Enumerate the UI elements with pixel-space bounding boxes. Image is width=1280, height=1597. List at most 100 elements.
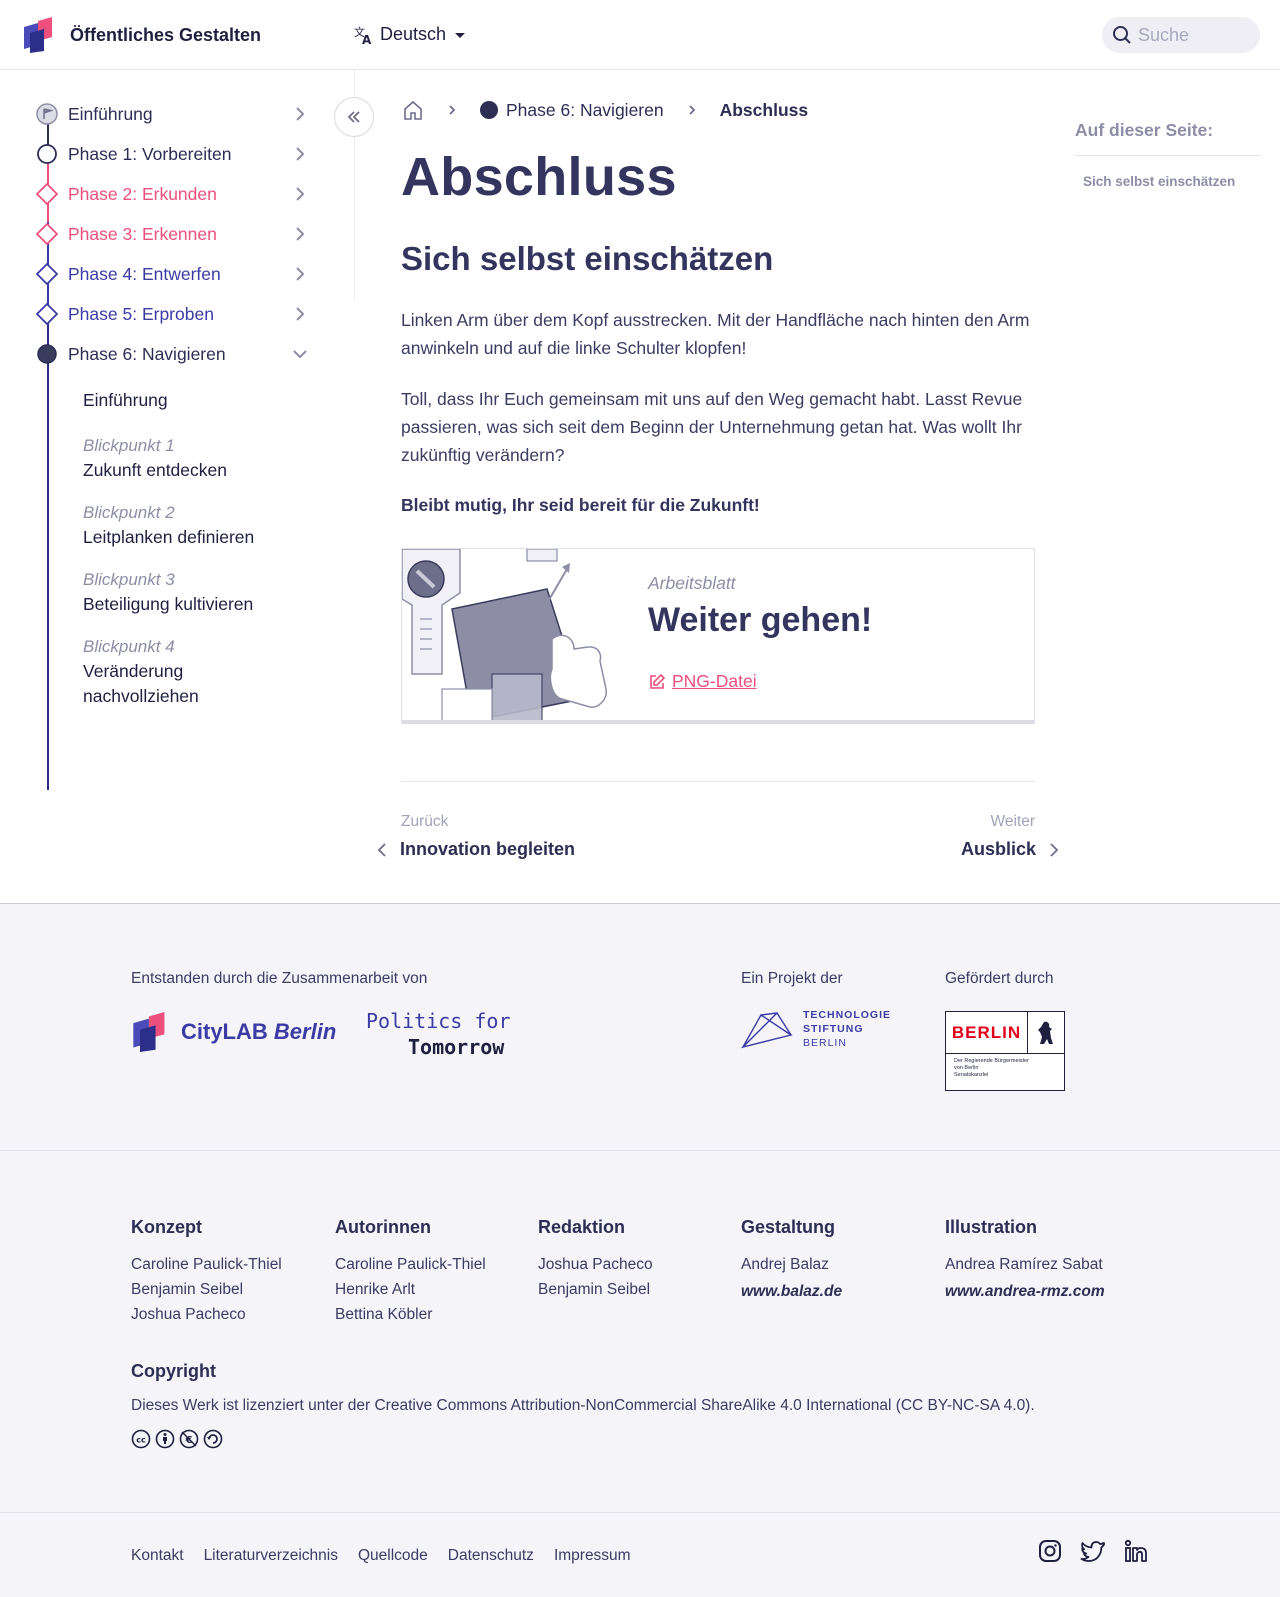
credit-title: Illustration [945, 1217, 1038, 1237]
table-of-contents: Auf dieser Seite: Sich selbst einschätze… [1075, 120, 1260, 189]
credit-website-link[interactable]: www.andrea-rmz.com [945, 1279, 1145, 1304]
subitem-kicker: Blickpunkt 1 [83, 436, 175, 455]
cc-license-icons[interactable]: cc € [131, 1429, 223, 1449]
subitem-name: Leitplanken definieren [83, 527, 255, 547]
translate-icon: 文 A [354, 25, 372, 45]
subitem-name: Einführung [83, 390, 168, 410]
top-header: Öffentliches Gestalten 文 A Deutsch [0, 0, 1280, 70]
citylab-city: Berlin [273, 1019, 337, 1044]
chevron-right-icon [446, 104, 458, 116]
pager-prev-label: Zurück [401, 813, 449, 830]
technologie-stiftung-logo[interactable]: TECHNOLOGIE STIFTUNG BERLIN [741, 1008, 891, 1050]
sidebar-subitem-blickpunkt-3[interactable]: Blickpunkt 3 Beteiligung kultivieren [83, 567, 253, 617]
social-links [1038, 1539, 1148, 1563]
citylab-logo[interactable]: CityLAB Berlin [131, 1012, 336, 1052]
footer-links: Kontakt Literaturverzeichnis Quellcode D… [131, 1547, 631, 1565]
credit-name: Caroline Paulick-Thiel [335, 1256, 486, 1273]
footer-link-quellcode[interactable]: Quellcode [358, 1547, 428, 1565]
twitter-link[interactable] [1080, 1539, 1106, 1563]
sidebar-nav: Einführung Phase 1: Vorbereiten Phase 2:… [0, 70, 374, 790]
credit-title: Autorinnen [335, 1217, 431, 1237]
search-input[interactable] [1138, 24, 1248, 46]
sidebar-item-phase-4[interactable]: Phase 4: Entwerfen [36, 259, 308, 289]
circle-filled-icon [36, 343, 58, 365]
toc-title: Auf dieser Seite: [1075, 120, 1260, 156]
png-download-link[interactable]: PNG-Datei [648, 671, 757, 692]
linkedin-link[interactable] [1124, 1539, 1148, 1563]
sidebar-subitem-introduction[interactable]: Einführung [83, 388, 168, 413]
flag-icon [36, 103, 58, 125]
previous-page-link[interactable]: Zurück Innovation begleiten [374, 813, 634, 860]
language-select[interactable]: 文 A Deutsch [354, 24, 468, 45]
sidebar-item-introduction[interactable]: Einführung [36, 99, 308, 129]
cc-sa-icon [203, 1429, 223, 1449]
credit-name: Caroline Paulick-Thiel [131, 1256, 282, 1273]
credit-name: Benjamin Seibel [131, 1281, 244, 1298]
berlin-sub-3: Senatskanzlei [954, 1072, 989, 1078]
svg-text:A: A [362, 33, 372, 45]
funded-label: Gefördert durch [945, 970, 1054, 987]
credit-website-link[interactable]: www.balaz.de [741, 1279, 941, 1304]
breadcrumb-phase-link[interactable]: Phase 6: Navigieren [480, 100, 664, 121]
politics-for-tomorrow-logo[interactable]: Politics for Tomorrow [366, 1008, 511, 1060]
sidebar-item-label: Phase 6: Navigieren [68, 343, 226, 364]
footer-link-datenschutz[interactable]: Datenschutz [448, 1547, 534, 1565]
subitem-kicker: Blickpunkt 4 [83, 637, 175, 656]
worksheet-illustration [402, 549, 622, 720]
collab-label: Entstanden durch die Zusammenarbeit von [131, 970, 428, 987]
site-logo-link[interactable]: Öffentliches Gestalten [22, 17, 261, 53]
chevron-down-icon [293, 350, 307, 359]
home-link[interactable] [402, 99, 424, 121]
diamond-pink-icon [36, 223, 58, 245]
subitem-kicker: Blickpunkt 3 [83, 570, 175, 589]
language-label: Deutsch [380, 24, 447, 44]
instagram-link[interactable] [1038, 1539, 1062, 1563]
chevron-right-icon [296, 227, 305, 241]
instagram-icon [1039, 1540, 1061, 1562]
sidebar-item-label: Einführung [68, 103, 153, 124]
caret-down-icon [455, 32, 466, 38]
footer-bottom: Kontakt Literaturverzeichnis Quellcode D… [0, 1512, 1280, 1597]
footer-link-literaturverzeichnis[interactable]: Literaturverzeichnis [204, 1547, 338, 1565]
home-icon [404, 100, 422, 120]
sidebar-subitem-blickpunkt-4[interactable]: Blickpunkt 4 Veränderung nachvollziehen [83, 634, 283, 709]
footer-link-impressum[interactable]: Impressum [554, 1547, 631, 1565]
credit-illustration: Illustration Andrea Ramírez Sabat www.an… [945, 1217, 1145, 1304]
breadcrumb-current: Abschluss [719, 99, 809, 120]
sidebar-item-phase-5[interactable]: Phase 5: Erproben [36, 299, 308, 329]
site-title: Öffentliches Gestalten [70, 24, 262, 45]
sidebar-item-phase-1[interactable]: Phase 1: Vorbereiten [36, 139, 308, 169]
sidebar-item-label: Phase 4: Entwerfen [68, 263, 221, 284]
sidebar-subitem-blickpunkt-1[interactable]: Blickpunkt 1 Zukunft entdecken [83, 433, 227, 483]
collapse-sidebar-button[interactable] [334, 97, 374, 137]
credit-name: Andrej Balaz [741, 1256, 829, 1273]
pager-next-label: Weiter [990, 813, 1035, 830]
project-label: Ein Projekt der [741, 970, 843, 987]
sidebar-item-label: Phase 3: Erkennen [68, 223, 217, 244]
berlin-bear-icon [1028, 1012, 1064, 1053]
sidebar-item-phase-3[interactable]: Phase 3: Erkennen [36, 219, 308, 249]
sidebar-item-phase-6[interactable]: Phase 6: Navigieren [36, 339, 308, 369]
footer-link-kontakt[interactable]: Kontakt [131, 1547, 184, 1565]
sidebar-item-label: Phase 2: Erkunden [68, 183, 217, 204]
berlin-logo[interactable]: BERLIN Der Regierende Bürgermeister von … [945, 1011, 1065, 1091]
sidebar-subitem-blickpunkt-2[interactable]: Blickpunkt 2 Leitplanken definieren [83, 500, 254, 550]
section-title: Sich selbst einschätzen [401, 240, 774, 277]
footer-partners: Entstanden durch die Zusammenarbeit von … [0, 903, 1280, 1150]
page-title: Abschluss [401, 147, 677, 207]
next-page-link[interactable]: Weiter Ausblick [900, 813, 1062, 860]
credit-autorinnen: Autorinnen Caroline Paulick-Thiel Henrik… [335, 1217, 535, 1327]
cc-icon: cc [131, 1429, 151, 1449]
site-logo-icon [24, 17, 52, 53]
pager-divider [401, 781, 1035, 782]
sidebar-item-label: Phase 1: Vorbereiten [68, 143, 232, 164]
edit-icon [650, 673, 666, 689]
sidebar-item-phase-2[interactable]: Phase 2: Erkunden [36, 179, 308, 209]
chevron-right-icon [296, 267, 305, 281]
credit-name: Joshua Pacheco [538, 1256, 653, 1273]
credit-title: Redaktion [538, 1217, 626, 1237]
worksheet-card[interactable]: Arbeitsblatt Weiter gehen! PNG-Datei [401, 548, 1035, 724]
chevron-right-icon [296, 187, 305, 201]
toc-link[interactable]: Sich selbst einschätzen [1083, 174, 1260, 189]
credit-redaktion: Redaktion Joshua Pacheco Benjamin Seibel [538, 1217, 738, 1302]
